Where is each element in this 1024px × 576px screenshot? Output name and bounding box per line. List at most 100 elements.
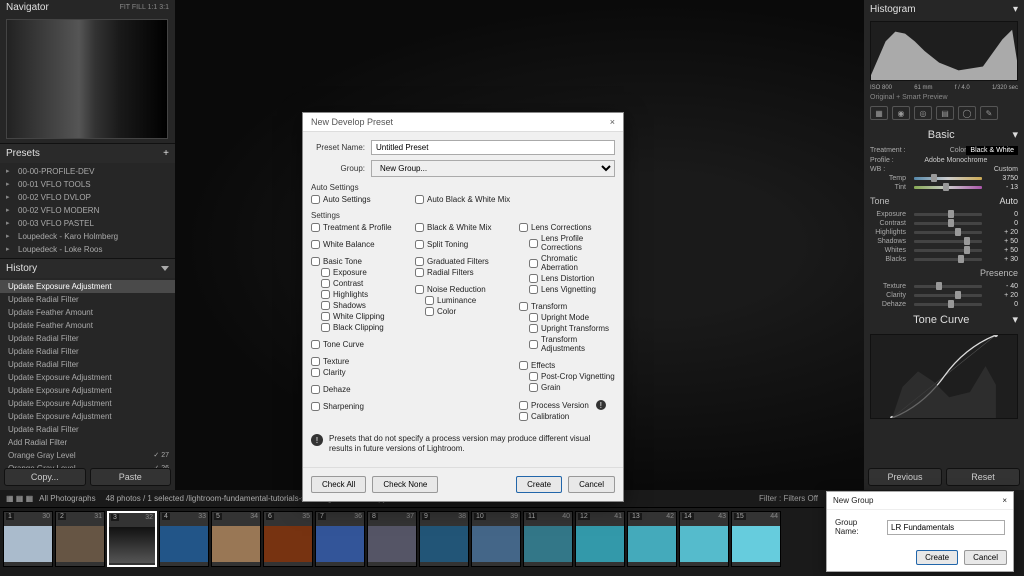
thumbnail[interactable]: 938 bbox=[419, 511, 469, 567]
history-step[interactable]: Update Radial Filter bbox=[0, 332, 175, 345]
thumbnail-strip[interactable]: 1302313324335346357368379381039114012411… bbox=[0, 508, 824, 570]
chk-sharpening[interactable]: Sharpening bbox=[311, 401, 407, 412]
chk-upright-mode[interactable]: Upright Mode bbox=[519, 312, 615, 323]
tone-curve[interactable] bbox=[870, 334, 1018, 419]
history-step[interactable]: Update Exposure Adjustment bbox=[0, 371, 175, 384]
chk-highlights[interactable]: Highlights bbox=[311, 289, 407, 300]
thumbnail[interactable]: 130 bbox=[3, 511, 53, 567]
thumbnail[interactable]: 1342 bbox=[627, 511, 677, 567]
chk-lens-profile[interactable]: Lens Profile Corrections bbox=[519, 233, 615, 253]
slider-dehaze[interactable] bbox=[914, 303, 982, 306]
chk-calibration[interactable]: Calibration bbox=[519, 411, 615, 422]
history-step[interactable]: Update Exposure Adjustment bbox=[0, 397, 175, 410]
newgroup-cancel-button[interactable]: Cancel bbox=[964, 550, 1007, 565]
chk-postcrop-vignette[interactable]: Post-Crop Vignetting bbox=[519, 371, 615, 382]
reset-button[interactable]: Reset bbox=[946, 468, 1020, 486]
preset-folder[interactable]: 00-01 VFLO TOOLS bbox=[0, 178, 175, 191]
history-step[interactable]: Update Exposure Adjustment bbox=[0, 280, 175, 293]
history-step[interactable]: Update Feather Amount bbox=[0, 306, 175, 319]
chk-white-balance[interactable]: White Balance bbox=[311, 239, 407, 250]
previous-button[interactable]: Previous bbox=[868, 468, 942, 486]
navigator-preview[interactable] bbox=[6, 19, 168, 139]
preset-folder[interactable]: 00-03 VFLO PASTEL bbox=[0, 217, 175, 230]
thumbnail[interactable]: 1241 bbox=[575, 511, 625, 567]
slider-shadows[interactable] bbox=[914, 240, 982, 243]
chk-transform-adj[interactable]: Transform Adjustments bbox=[519, 334, 615, 354]
slider-contrast[interactable] bbox=[914, 222, 982, 225]
slider-highlights[interactable] bbox=[914, 231, 982, 234]
chk-vignetting[interactable]: Lens Vignetting bbox=[519, 284, 615, 295]
chk-color[interactable]: Color bbox=[415, 306, 511, 317]
newgroup-create-button[interactable]: Create bbox=[916, 550, 958, 565]
thumbnail[interactable]: 1039 bbox=[471, 511, 521, 567]
check-none-button[interactable]: Check None bbox=[372, 476, 438, 493]
check-all-button[interactable]: Check All bbox=[311, 476, 366, 493]
profile-value[interactable]: Adobe Monochrome bbox=[894, 157, 1018, 164]
history-step[interactable]: Add Radial Filter bbox=[0, 436, 175, 449]
chk-tone-curve[interactable]: Tone Curve bbox=[311, 339, 407, 350]
preset-folder[interactable]: 00-02 VFLO MODERN bbox=[0, 204, 175, 217]
histogram[interactable] bbox=[870, 21, 1018, 81]
chk-white-clipping[interactable]: White Clipping bbox=[311, 311, 407, 322]
history-step[interactable]: Update Exposure Adjustment bbox=[0, 410, 175, 423]
treatment-color[interactable]: Color bbox=[950, 147, 967, 154]
chk-chromatic[interactable]: Chromatic Aberration bbox=[519, 253, 615, 273]
cancel-button[interactable]: Cancel bbox=[568, 476, 615, 493]
chk-auto-settings[interactable]: Auto Settings bbox=[311, 194, 407, 205]
thumbnail[interactable]: 736 bbox=[315, 511, 365, 567]
chevron-down-icon[interactable]: ▾ bbox=[1013, 4, 1018, 15]
gradient-tool-icon[interactable]: ▤ bbox=[936, 106, 954, 120]
chk-split-toning[interactable]: Split Toning bbox=[415, 239, 511, 250]
preset-folder[interactable]: 00-00-PROFILE-DEV bbox=[0, 165, 175, 178]
navigator-zoom-options[interactable]: FIT FILL 1:1 3:1 bbox=[120, 4, 169, 11]
preset-folder[interactable]: Loupedeck - Karo Holmberg bbox=[0, 230, 175, 243]
thumbnail[interactable]: 433 bbox=[159, 511, 209, 567]
treatment-bw[interactable]: Black & White bbox=[966, 146, 1018, 155]
slider-clarity[interactable] bbox=[914, 294, 982, 297]
copy-button[interactable]: Copy... bbox=[4, 468, 86, 486]
chk-noise[interactable]: Noise Reduction bbox=[415, 284, 511, 295]
group-select[interactable]: New Group... bbox=[371, 160, 615, 177]
slider-tint[interactable] bbox=[914, 186, 982, 189]
close-icon[interactable]: × bbox=[610, 117, 615, 127]
history-step[interactable]: Update Radial Filter bbox=[0, 358, 175, 371]
thumbnail[interactable]: 534 bbox=[211, 511, 261, 567]
brush-tool-icon[interactable]: ✎ bbox=[980, 106, 998, 120]
chk-grain[interactable]: Grain bbox=[519, 382, 615, 393]
thumbnail[interactable]: 635 bbox=[263, 511, 313, 567]
preset-name-input[interactable] bbox=[371, 140, 615, 155]
history-step[interactable]: Update Radial Filter bbox=[0, 423, 175, 436]
auto-button[interactable]: Auto bbox=[999, 196, 1018, 206]
wb-value[interactable]: Custom bbox=[900, 166, 1018, 173]
thumbnail[interactable]: 1544 bbox=[731, 511, 781, 567]
chk-basic-tone[interactable]: Basic Tone bbox=[311, 256, 407, 267]
thumbnail[interactable]: 332 bbox=[107, 511, 157, 567]
chk-lens-corr[interactable]: Lens Corrections bbox=[519, 222, 615, 233]
chk-upright-transforms[interactable]: Upright Transforms bbox=[519, 323, 615, 334]
history-step[interactable]: Update Radial Filter bbox=[0, 345, 175, 358]
radial-tool-icon[interactable]: ◯ bbox=[958, 106, 976, 120]
close-icon[interactable]: × bbox=[1002, 496, 1007, 505]
slider-temp[interactable] bbox=[914, 177, 982, 180]
chk-texture[interactable]: Texture bbox=[311, 356, 407, 367]
thumbnail[interactable]: 231 bbox=[55, 511, 105, 567]
chk-bw-mix[interactable]: Black & White Mix bbox=[415, 222, 511, 233]
chk-transform[interactable]: Transform bbox=[519, 301, 615, 312]
add-preset-icon[interactable]: + bbox=[163, 148, 169, 159]
history-step[interactable]: Orange Gray Level✓ 27 bbox=[0, 449, 175, 462]
chk-shadows[interactable]: Shadows bbox=[311, 300, 407, 311]
thumbnail[interactable]: 837 bbox=[367, 511, 417, 567]
chk-radial[interactable]: Radial Filters bbox=[415, 267, 511, 278]
tonecurve-header[interactable]: Tone Curve▾ bbox=[864, 309, 1024, 330]
collection-name[interactable]: All Photographs bbox=[39, 494, 95, 503]
slider-whites[interactable] bbox=[914, 249, 982, 252]
slider-exposure[interactable] bbox=[914, 213, 982, 216]
history-step[interactable]: Update Exposure Adjustment bbox=[0, 384, 175, 397]
chk-black-clipping[interactable]: Black Clipping bbox=[311, 322, 407, 333]
preset-folder[interactable]: 00-02 VFLO DVLOP bbox=[0, 191, 175, 204]
create-button[interactable]: Create bbox=[516, 476, 562, 493]
chk-contrast[interactable]: Contrast bbox=[311, 278, 407, 289]
slider-blacks[interactable] bbox=[914, 258, 982, 261]
chk-luminance[interactable]: Luminance bbox=[415, 295, 511, 306]
chk-distortion[interactable]: Lens Distortion bbox=[519, 273, 615, 284]
